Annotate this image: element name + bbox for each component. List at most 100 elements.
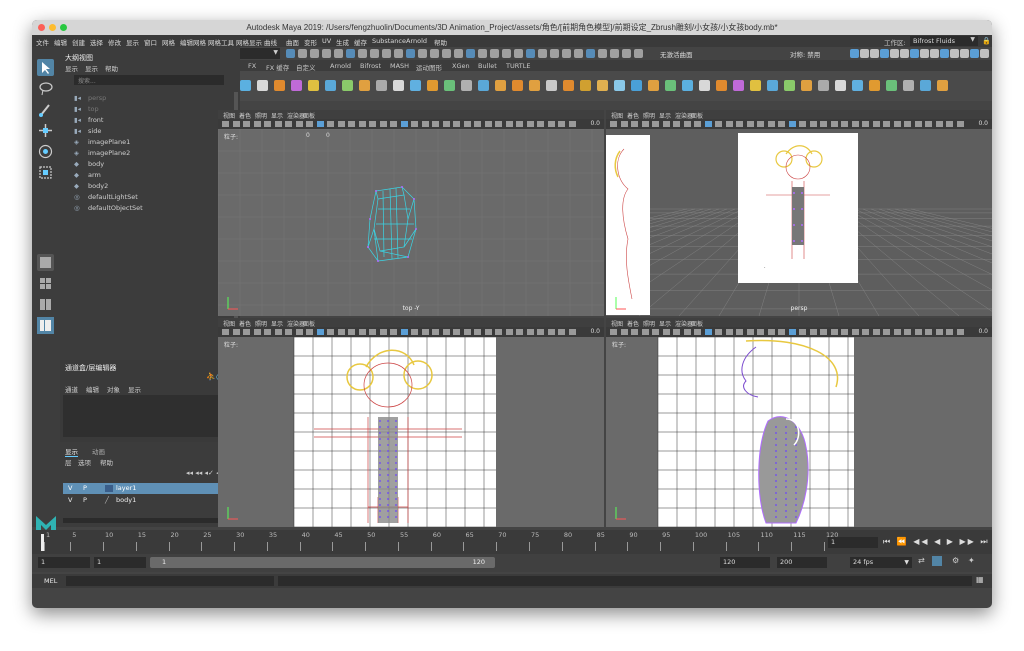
outliner-search-input[interactable]: 搜索...	[74, 75, 224, 85]
playback-end-field[interactable]: 120	[720, 557, 770, 568]
layout-single-button[interactable]	[37, 254, 54, 271]
shelf-tool-icon[interactable]	[682, 80, 693, 91]
status-line-icon[interactable]	[346, 49, 355, 58]
viewport-tool-icon[interactable]	[757, 329, 764, 335]
status-line-icon[interactable]	[860, 49, 869, 58]
scale-tool-button[interactable]	[37, 164, 54, 181]
viewport-tool-icon[interactable]	[316, 329, 324, 335]
viewport-tool-icon[interactable]	[547, 121, 555, 127]
viewport-tool-icon[interactable]	[526, 121, 534, 127]
status-line-icon[interactable]	[298, 49, 307, 58]
status-line-icon[interactable]	[502, 49, 511, 58]
shelf-tool-icon[interactable]	[444, 80, 455, 91]
viewport-tool-icon[interactable]	[673, 121, 680, 127]
viewport-tool-icon[interactable]	[652, 329, 659, 335]
paint-tool-button[interactable]	[37, 101, 54, 118]
outliner-item[interactable]: ▮◂ side	[74, 127, 101, 135]
status-line-icon[interactable]	[970, 49, 979, 58]
channel-menu-channels[interactable]: 通道	[65, 384, 78, 394]
layer-scrollbar[interactable]	[63, 518, 237, 523]
viewport-tool-icon[interactable]	[358, 329, 366, 335]
viewport-tool-icon[interactable]	[222, 121, 229, 127]
outliner-item[interactable]: ◎ defaultObjectSet	[74, 204, 143, 212]
range-bar[interactable]: 1 120	[150, 557, 495, 568]
shelf-tool-icon[interactable]	[512, 80, 523, 91]
shelf-tool-icon[interactable]	[631, 80, 642, 91]
viewport-tool-icon[interactable]	[327, 329, 334, 335]
layer-menu-options[interactable]: 选项	[78, 457, 91, 467]
viewport-tool-icon[interactable]	[484, 121, 492, 127]
workspace-select[interactable]: Bifrost Fluids ▼	[910, 36, 978, 46]
shelf-tool-icon[interactable]	[920, 80, 931, 91]
viewport-tool-icon[interactable]	[736, 329, 743, 335]
status-line-icon[interactable]	[980, 49, 989, 58]
viewport-tool-icon[interactable]	[222, 329, 229, 335]
viewport-tool-icon[interactable]	[767, 329, 775, 335]
status-line-icon[interactable]	[870, 49, 879, 58]
layer-playback-toggle[interactable]: P	[83, 484, 87, 492]
viewport-tool-icon[interactable]	[516, 329, 523, 335]
viewport-tool-icon[interactable]	[400, 121, 408, 127]
viewport-front[interactable]: 视图 着色 照明 显示 渲染器 面板 0.0 粒子:	[218, 318, 604, 527]
status-line-icon[interactable]	[574, 49, 583, 58]
status-line-icon[interactable]	[890, 49, 899, 58]
outliner-item[interactable]: ◈ imagePlane2	[74, 149, 130, 157]
viewport-tool-icon[interactable]	[914, 329, 922, 335]
viewport-tool-icon[interactable]	[935, 121, 943, 127]
shelf-tool-icon[interactable]	[427, 80, 438, 91]
viewport-tool-icon[interactable]	[652, 121, 659, 127]
viewport-tool-icon[interactable]	[463, 329, 471, 335]
menu-item[interactable]: Substance	[372, 37, 406, 45]
status-line-icon[interactable]	[910, 49, 919, 58]
viewport-tool-icon[interactable]	[914, 121, 922, 127]
rotate-tool-button[interactable]	[37, 143, 54, 160]
lasso-tool-button[interactable]	[37, 80, 54, 97]
menu-item[interactable]: 创建	[72, 37, 85, 47]
viewport-tool-icon[interactable]	[778, 121, 785, 127]
viewport-tool-icon[interactable]	[746, 121, 754, 127]
mel-input[interactable]	[66, 576, 274, 586]
menu-item[interactable]: 曲面	[286, 37, 299, 47]
menu-item[interactable]: 网格	[162, 37, 175, 47]
viewport-tool-icon[interactable]	[516, 121, 523, 127]
status-line-icon[interactable]	[382, 49, 391, 58]
layer-tab-anim[interactable]: 动画	[92, 446, 105, 456]
viewport-tool-icon[interactable]	[264, 121, 271, 127]
shelf-tool-icon[interactable]	[478, 80, 489, 91]
shelf-tab[interactable]: Bifrost	[360, 62, 381, 70]
viewport-tool-icon[interactable]	[463, 121, 471, 127]
outliner-item[interactable]: ◎ defaultLightSet	[74, 193, 138, 201]
shelf-tool-icon[interactable]	[359, 80, 370, 91]
menu-item[interactable]: 缓存	[354, 37, 367, 47]
outliner-menu-display[interactable]: 显示	[65, 63, 78, 73]
channel-menu-show[interactable]: 显示	[128, 384, 141, 394]
shelf-tab[interactable]: Arnold	[330, 62, 351, 70]
viewport-tool-icon[interactable]	[841, 121, 848, 127]
viewport-tool-icon[interactable]	[568, 329, 576, 335]
status-line-icon[interactable]	[442, 49, 451, 58]
viewport-tool-icon[interactable]	[295, 329, 303, 335]
fps-select[interactable]: 24 fps ▼	[850, 557, 912, 568]
menu-item[interactable]: 窗口	[144, 37, 157, 47]
viewport-tool-icon[interactable]	[316, 121, 324, 127]
shelf-tool-icon[interactable]	[546, 80, 557, 91]
viewport-tool-icon[interactable]	[862, 329, 869, 335]
menu-item[interactable]: 曲线	[264, 37, 277, 47]
shelf-tool-icon[interactable]	[784, 80, 795, 91]
viewport-tool-icon[interactable]	[631, 329, 638, 335]
layer-row[interactable]: V P layer1	[63, 483, 237, 494]
shelf-tool-icon[interactable]	[801, 80, 812, 91]
status-line-icon[interactable]	[610, 49, 619, 58]
shelf-tool-icon[interactable]	[495, 80, 506, 91]
layer-tab-display[interactable]: 显示	[65, 446, 78, 457]
status-line-icon[interactable]	[430, 49, 439, 58]
playback-start-field[interactable]: 1	[94, 557, 146, 568]
shelf-tool-icon[interactable]	[818, 80, 829, 91]
viewport-value[interactable]: 0.0	[590, 328, 600, 335]
outliner-menu-show[interactable]: 显示	[85, 63, 98, 73]
shelf-tool-icon[interactable]	[835, 80, 846, 91]
viewport-tool-icon[interactable]	[253, 121, 261, 127]
menu-item[interactable]: UV	[322, 37, 331, 45]
viewport-tool-icon[interactable]	[537, 121, 544, 127]
menu-item[interactable]: 编辑	[54, 37, 67, 47]
